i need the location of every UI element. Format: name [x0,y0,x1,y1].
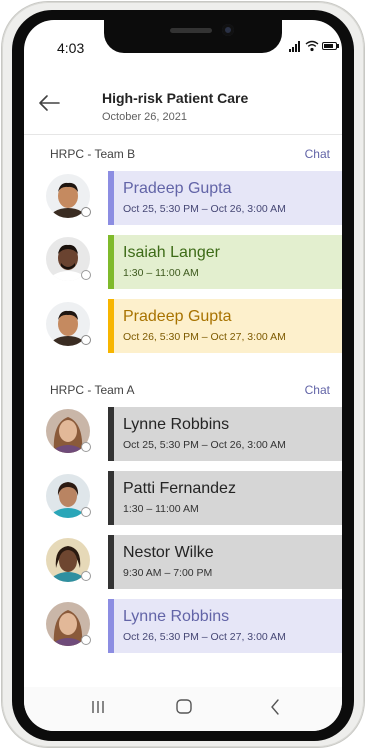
presence-icon [81,335,91,345]
shift-time: 1:30 – 11:00 AM [123,503,199,515]
team-b-chat-link[interactable]: Chat [305,147,330,161]
app-header: High-risk Patient Care October 26, 2021 [24,72,342,135]
phone-frame: 4:03 High-risk Patient Care October 26, … [2,2,364,747]
shift-person: Pradeep Gupta [123,308,232,325]
avatar[interactable] [46,602,91,646]
shift-person: Isaiah Langer [123,244,220,261]
presence-icon [81,207,91,217]
team-a-label: HRPC - Team A [50,383,135,397]
phone-bezel: 4:03 High-risk Patient Care October 26, … [12,10,354,741]
shift-card[interactable]: Pradeep Gupta Oct 25, 5:30 PM – Oct 26, … [108,171,342,225]
avatar[interactable] [46,409,91,453]
team-b-label: HRPC - Team B [50,147,136,161]
shift-person: Pradeep Gupta [123,180,232,197]
signal-icon [289,41,302,52]
presence-icon [81,571,91,581]
avatar[interactable] [46,302,91,346]
shift-time: 9:30 AM – 7:00 PM [123,567,213,579]
shift-time: Oct 25, 5:30 PM – Oct 26, 3:00 AM [123,439,286,451]
home-icon[interactable] [172,697,196,717]
shift-card[interactable]: Lynne Robbins Oct 25, 5:30 PM – Oct 26, … [108,407,342,461]
shift-card[interactable]: Isaiah Langer 1:30 – 11:00 AM [108,235,342,289]
system-nav-bar [24,687,342,731]
notch [104,20,282,53]
avatar[interactable] [46,237,91,281]
team-a-chat-link[interactable]: Chat [305,383,330,397]
arrow-left-icon[interactable] [38,94,60,112]
recent-apps-icon[interactable] [86,697,110,717]
shift-person: Patti Fernandez [123,480,236,497]
shift-person: Nestor Wilke [123,544,214,561]
shift-time: Oct 26, 5:30 PM – Oct 27, 3:00 AM [123,631,286,643]
shift-card[interactable]: Nestor Wilke 9:30 AM – 7:00 PM [108,535,342,589]
avatar[interactable] [46,538,91,582]
presence-icon [81,507,91,517]
shift-time: 1:30 – 11:00 AM [123,267,199,279]
avatar[interactable] [46,174,91,218]
avatar[interactable] [46,474,91,518]
presence-icon [81,270,91,280]
presence-icon [81,635,91,645]
status-time: 4:03 [57,40,85,56]
shift-person: Lynne Robbins [123,416,230,433]
app-screen: 4:03 High-risk Patient Care October 26, … [24,20,342,731]
shift-card[interactable]: Pradeep Gupta Oct 26, 5:30 PM – Oct 27, … [108,299,342,353]
shift-time: Oct 26, 5:30 PM – Oct 27, 3:00 AM [123,331,286,343]
shift-time: Oct 25, 5:30 PM – Oct 26, 3:00 AM [123,203,286,215]
shift-card[interactable]: Lynne Robbins Oct 26, 5:30 PM – Oct 27, … [108,599,342,653]
page-date: October 26, 2021 [102,111,188,123]
battery-icon [322,42,339,50]
page-title: High-risk Patient Care [102,90,249,106]
back-chevron-icon[interactable] [264,697,288,717]
camera [222,24,234,36]
shift-person: Lynne Robbins [123,608,230,625]
shift-card[interactable]: Patti Fernandez 1:30 – 11:00 AM [108,471,342,525]
status-icons [289,40,342,52]
wifi-icon [305,40,319,52]
presence-icon [81,442,91,452]
speaker [170,28,212,33]
